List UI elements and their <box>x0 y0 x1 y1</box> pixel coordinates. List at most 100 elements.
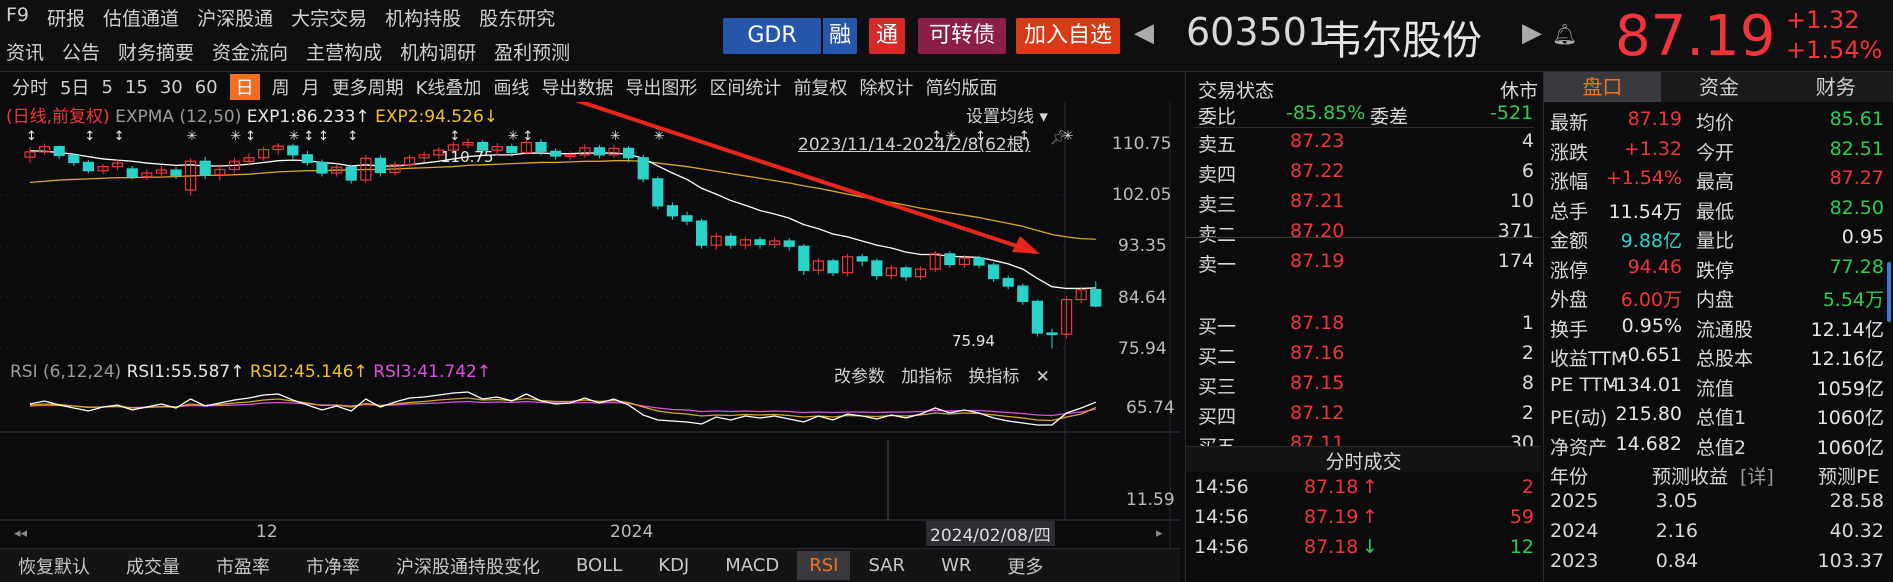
period-intraday[interactable]: 分时 <box>12 74 48 100</box>
next-stock-icon[interactable]: ▶ <box>1522 18 1542 48</box>
draw-line[interactable]: 画线 <box>493 74 529 100</box>
pin-icon[interactable]: 📌︎ <box>1050 130 1068 146</box>
convertible-badge[interactable]: 可转债 <box>918 18 1006 54</box>
nav-f9[interactable]: F9 <box>6 4 29 31</box>
scroll-right-icon[interactable]: ▸ <box>1156 526 1163 541</box>
tab-more[interactable]: 更多 <box>989 553 1061 579</box>
quote-value-2: 1060亿 <box>1816 407 1884 429</box>
tab-sar[interactable]: SAR <box>850 555 923 576</box>
period-month[interactable]: 月 <box>302 74 320 100</box>
ytick-2: 102.05 <box>1112 185 1172 205</box>
period-more[interactable]: 更多周期 <box>332 74 404 100</box>
ask-volume: 4 <box>1521 130 1534 152</box>
kline-chart[interactable]: ↕ ↕ ↕ ✳ ✳ ↕ ✳ ↕ ↕ ↕ ↕ ✳ ↕ ✳ ✳ ↕ ✳ ↕ ↕ ✳ (日线,前复权) EXPMA (12,… <box>0 102 1180 582</box>
forecast-eps: 2.16 <box>1655 520 1698 542</box>
ask-row[interactable]: 卖五 87.23 4 <box>1194 126 1534 156</box>
rsi-ytick-1: 65.74 <box>1126 398 1175 418</box>
add-watchlist-button[interactable]: 加入自选 <box>1016 18 1120 54</box>
candle-body <box>68 154 80 164</box>
nav-forecast[interactable]: 盈利预测 <box>494 38 570 65</box>
tab-wr[interactable]: WR <box>923 555 989 576</box>
nav-news[interactable]: 资讯 <box>6 38 44 65</box>
tab-pankou[interactable]: 盘口 <box>1544 72 1661 102</box>
gdr-badge[interactable]: GDR <box>723 18 821 54</box>
simple-layout[interactable]: 简约版面 <box>925 74 997 100</box>
ask-row[interactable]: 卖三 87.21 10 <box>1194 186 1534 216</box>
nav-valuation[interactable]: 估值通道 <box>103 4 179 31</box>
ask-row[interactable]: 卖二 87.20 371 <box>1194 216 1534 246</box>
adjust-forward[interactable]: 前复权 <box>793 74 847 100</box>
quote-label: 外盘 <box>1550 289 1589 311</box>
tab-connect-holding[interactable]: 沪深股通持股变化 <box>378 553 558 579</box>
candle-body <box>1031 300 1044 334</box>
nav-institution-holding[interactable]: 机构持股 <box>385 4 461 31</box>
period-15min[interactable]: 15 <box>125 77 148 98</box>
rsi3-label: RSI3:41.742↑ <box>373 362 492 382</box>
ask-price: 87.22 <box>1290 160 1345 182</box>
quote-value-2: 82.50 <box>1829 196 1884 219</box>
forecast-row: 2024 2.16 40.32 <box>1550 516 1890 546</box>
range-stats[interactable]: 区间统计 <box>709 74 781 100</box>
date-range[interactable]: 2023/11/14-2024/2/8(62根) <box>798 130 1030 155</box>
nav-hk-connect[interactable]: 沪深股通 <box>197 4 273 31</box>
tab-boll[interactable]: BOLL <box>558 555 640 576</box>
tick-row: 14:56 87.18 ↓ 12 <box>1194 532 1534 562</box>
period-30min[interactable]: 30 <box>160 77 183 98</box>
rong-badge[interactable]: 融 <box>821 18 857 54</box>
period-5day[interactable]: 5日 <box>60 74 89 100</box>
close-icon[interactable]: ✕ <box>1036 367 1050 387</box>
event-marker: ↕ <box>303 129 314 144</box>
tab-funds[interactable]: 资金 <box>1660 72 1778 102</box>
candle-body <box>681 215 693 222</box>
nav-fund-flow[interactable]: 资金流向 <box>212 38 288 65</box>
tab-pe[interactable]: 市盈率 <box>198 553 288 579</box>
bid-row[interactable]: 买三 87.15 8 <box>1194 368 1534 398</box>
tab-macd[interactable]: MACD <box>707 555 797 576</box>
rsi-edit-params[interactable]: 改参数 <box>834 367 885 387</box>
export-image[interactable]: 导出图形 <box>625 74 697 100</box>
bid-row[interactable]: 买四 87.12 2 <box>1194 398 1534 428</box>
nav-row-1: F9 研报 估值通道 沪深股通 大宗交易 机构持股 股东研究 <box>6 4 573 31</box>
set-ma-button[interactable]: 设置均线 ▾ <box>966 102 1048 127</box>
ask-row[interactable]: 卖四 87.22 6 <box>1194 156 1534 186</box>
nav-business[interactable]: 主营构成 <box>306 38 382 65</box>
period-week[interactable]: 周 <box>272 74 290 100</box>
period-day[interactable]: 日 <box>229 74 260 100</box>
candle-body <box>316 161 328 174</box>
quote-value-2: 82.51 <box>1829 137 1884 160</box>
nav-survey[interactable]: 机构调研 <box>400 38 476 65</box>
period-60min[interactable]: 60 <box>195 77 218 98</box>
event-marker: ↕ <box>26 129 37 144</box>
tab-volume[interactable]: 成交量 <box>108 553 198 579</box>
period-5min[interactable]: 5 <box>101 77 112 98</box>
rsi-switch-indicator[interactable]: 换指标 <box>968 367 1019 387</box>
nav-shareholder[interactable]: 股东研究 <box>479 4 555 31</box>
nav-block-trade[interactable]: 大宗交易 <box>291 4 367 31</box>
rsi-add-indicator[interactable]: 加指标 <box>901 367 952 387</box>
bid-row[interactable]: 买一 87.18 1 <box>1194 308 1534 338</box>
nav-announcement[interactable]: 公告 <box>62 38 100 65</box>
candle-body <box>856 256 868 262</box>
forecast-detail-link[interactable]: [详] <box>1740 462 1774 489</box>
scroll-left-icon[interactable]: ◂◂ <box>14 526 27 541</box>
tong-badge[interactable]: 通 <box>869 18 905 54</box>
prev-stock-icon[interactable]: ◀ <box>1134 18 1154 48</box>
nav-row-2: 资讯 公告 财务摘要 资金流向 主营构成 机构调研 盈利预测 <box>6 38 588 65</box>
nav-research[interactable]: 研报 <box>47 4 85 31</box>
tab-rsi[interactable]: RSI <box>797 551 851 580</box>
bid-row[interactable]: 买二 87.16 2 <box>1194 338 1534 368</box>
export-data[interactable]: 导出数据 <box>541 74 613 100</box>
stock-code: 603501 <box>1186 10 1332 54</box>
tab-kdj[interactable]: KDJ <box>640 555 707 576</box>
scrollbar[interactable] <box>1887 262 1891 322</box>
tab-pb[interactable]: 市净率 <box>288 553 378 579</box>
tick-row: 14:56 87.19 ↑ 59 <box>1194 502 1534 532</box>
tab-reset[interactable]: 恢复默认 <box>0 553 108 579</box>
chart-svg[interactable]: ↕ ↕ ↕ ✳ ✳ ↕ ✳ ↕ ↕ ↕ ↕ ✳ ↕ ✳ ✳ ↕ ✳ ↕ ↕ ✳ <box>0 102 1180 548</box>
nav-financial[interactable]: 财务摘要 <box>118 38 194 65</box>
kline-overlay[interactable]: K线叠加 <box>416 74 482 100</box>
tab-finance[interactable]: 财务 <box>1777 72 1893 102</box>
adjust-calc[interactable]: 除权计 <box>859 74 913 100</box>
bell-icon[interactable]: 🔔︎ <box>1552 22 1577 46</box>
ask-row[interactable]: 卖一 87.19 174 <box>1194 246 1534 276</box>
